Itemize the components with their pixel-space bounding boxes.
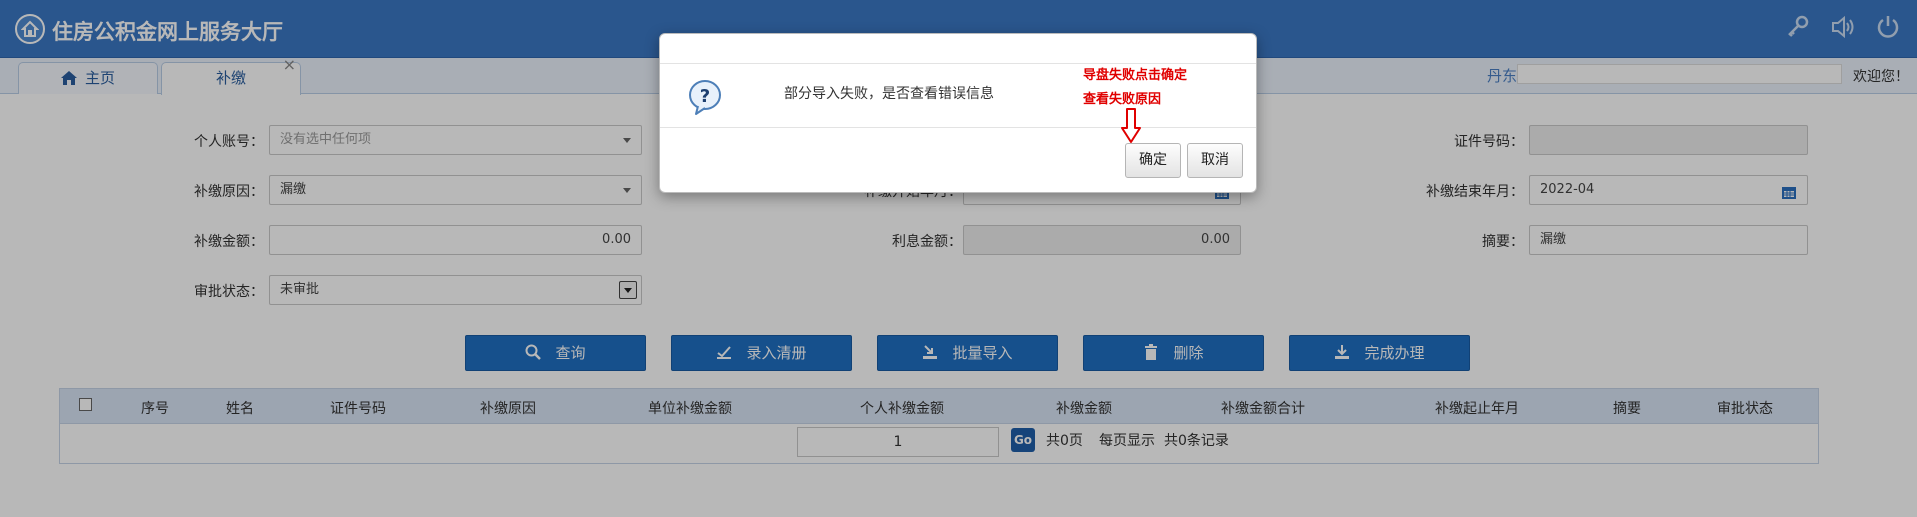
question-icon: ? <box>687 78 725 120</box>
dialog-divider <box>660 127 1256 128</box>
ok-button[interactable]: 确定 <box>1125 143 1181 178</box>
arrow-down-icon <box>1121 108 1141 148</box>
dialog-message: 部分导入失败，是否查看错误信息 <box>784 86 994 102</box>
svg-text:?: ? <box>700 86 710 107</box>
annotation-line2: 查看失败原因 <box>1083 92 1162 107</box>
annotation-line1: 导盘失败点击确定 <box>1083 68 1188 83</box>
cancel-button[interactable]: 取消 <box>1187 143 1243 178</box>
confirm-dialog: ? 部分导入失败，是否查看错误信息 确定 取消 <box>659 33 1257 193</box>
